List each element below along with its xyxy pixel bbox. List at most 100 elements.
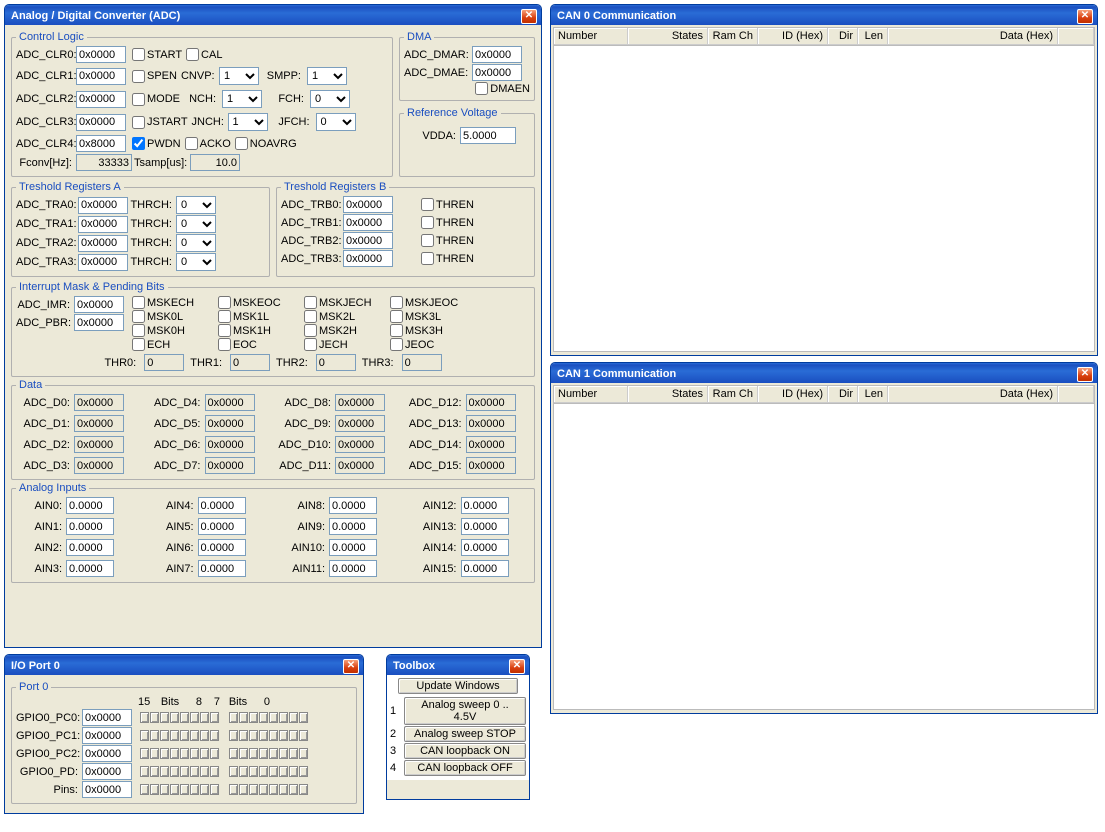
mode-checkbox[interactable]: MODE — [132, 93, 180, 106]
msk-checkbox[interactable]: ECH — [132, 338, 212, 351]
io-field[interactable] — [82, 763, 132, 780]
col-header[interactable]: States — [628, 386, 708, 403]
col-header[interactable]: Number — [554, 386, 628, 403]
can0-titlebar[interactable]: CAN 0 Communication ✕ — [551, 5, 1097, 25]
ain-field[interactable] — [461, 518, 509, 535]
col-header[interactable]: Len — [858, 28, 888, 45]
toolbox-button[interactable]: Analog sweep 0 .. 4.5V — [404, 697, 526, 725]
start-checkbox[interactable]: START — [132, 48, 182, 61]
clr-field[interactable] — [76, 46, 126, 63]
acko-checkbox[interactable]: ACKO — [185, 137, 231, 150]
ain-field[interactable] — [329, 539, 377, 556]
bit-array[interactable] — [229, 712, 308, 723]
col-header[interactable]: Data (Hex) — [888, 28, 1058, 45]
ain-field[interactable] — [461, 539, 509, 556]
ain-field[interactable] — [66, 497, 114, 514]
dmar-field[interactable] — [472, 46, 522, 63]
tra-field[interactable] — [78, 235, 128, 252]
toolbox-button[interactable]: Analog sweep STOP — [404, 726, 526, 742]
msk-checkbox[interactable]: MSK3L — [390, 310, 470, 323]
can0-list[interactable] — [553, 46, 1095, 352]
fch-select[interactable]: 0 — [310, 90, 350, 108]
bit-array[interactable] — [140, 748, 219, 759]
bit-array[interactable] — [229, 730, 308, 741]
msk-checkbox[interactable]: MSK1L — [218, 310, 298, 323]
ain-field[interactable] — [329, 518, 377, 535]
io-field[interactable] — [82, 727, 132, 744]
thren-checkbox[interactable]: THREN — [421, 234, 474, 247]
clr-field[interactable] — [76, 135, 126, 152]
msk-checkbox[interactable]: MSK3H — [390, 324, 470, 337]
msk-checkbox[interactable]: JECH — [304, 338, 384, 351]
clr-field[interactable] — [76, 114, 126, 131]
toolbox-titlebar[interactable]: Toolbox ✕ — [387, 655, 529, 675]
msk-checkbox[interactable]: MSK0L — [132, 310, 212, 323]
ain-field[interactable] — [198, 518, 246, 535]
io-field[interactable] — [82, 745, 132, 762]
smpp-select[interactable]: 1 — [307, 67, 347, 85]
msk-checkbox[interactable]: MSK2H — [304, 324, 384, 337]
ain-field[interactable] — [198, 539, 246, 556]
ain-field[interactable] — [66, 560, 114, 577]
close-icon[interactable]: ✕ — [521, 9, 537, 24]
msk-checkbox[interactable]: MSKEOC — [218, 296, 298, 309]
col-header[interactable]: Data (Hex) — [888, 386, 1058, 403]
dmae-field[interactable] — [472, 64, 522, 81]
bit-array[interactable] — [140, 784, 219, 795]
tra-field[interactable] — [78, 216, 128, 233]
col-header[interactable]: Number — [554, 28, 628, 45]
close-icon[interactable]: ✕ — [509, 659, 525, 674]
close-icon[interactable]: ✕ — [1077, 367, 1093, 382]
jnch-select[interactable]: 1 — [228, 113, 268, 131]
col-header[interactable]: Dir — [828, 386, 858, 403]
col-header[interactable]: Ram Ch — [708, 386, 758, 403]
io-titlebar[interactable]: I/O Port 0 ✕ — [5, 655, 363, 675]
ain-field[interactable] — [329, 497, 377, 514]
pbr-field[interactable] — [74, 314, 124, 331]
col-header[interactable]: Dir — [828, 28, 858, 45]
ain-field[interactable] — [66, 518, 114, 535]
thren-checkbox[interactable]: THREN — [421, 252, 474, 265]
col-header[interactable]: ID (Hex) — [758, 386, 828, 403]
noavrg-checkbox[interactable]: NOAVRG — [235, 137, 297, 150]
col-header[interactable]: States — [628, 28, 708, 45]
ain-field[interactable] — [461, 497, 509, 514]
pwdn-checkbox[interactable]: PWDN — [132, 137, 181, 150]
clr-field[interactable] — [76, 68, 126, 85]
tra-field[interactable] — [78, 254, 128, 271]
msk-checkbox[interactable]: MSKECH — [132, 296, 212, 309]
ain-field[interactable] — [461, 560, 509, 577]
ain-field[interactable] — [66, 539, 114, 556]
col-header[interactable] — [1058, 28, 1094, 45]
bit-array[interactable] — [229, 748, 308, 759]
tra-field[interactable] — [78, 197, 128, 214]
thrch-select[interactable]: 0 — [176, 196, 216, 214]
clr-field[interactable] — [76, 91, 126, 108]
bit-array[interactable] — [140, 712, 219, 723]
adc-titlebar[interactable]: Analog / Digital Converter (ADC) ✕ — [5, 5, 541, 25]
toolbox-button[interactable]: CAN loopback ON — [404, 743, 526, 759]
col-header[interactable] — [1058, 386, 1094, 403]
dmaen-checkbox[interactable]: DMAEN — [475, 82, 530, 95]
imr-field[interactable] — [74, 296, 124, 313]
col-header[interactable]: Len — [858, 386, 888, 403]
jstart-checkbox[interactable]: JSTART — [132, 116, 188, 129]
msk-checkbox[interactable]: MSK2L — [304, 310, 384, 323]
msk-checkbox[interactable]: MSKJEOC — [390, 296, 470, 309]
nch-select[interactable]: 1 — [222, 90, 262, 108]
trb-field[interactable] — [343, 196, 393, 213]
col-header[interactable]: Ram Ch — [708, 28, 758, 45]
thrch-select[interactable]: 0 — [176, 253, 216, 271]
thrch-select[interactable]: 0 — [176, 215, 216, 233]
trb-field[interactable] — [343, 214, 393, 231]
io-field[interactable] — [82, 781, 132, 798]
trb-field[interactable] — [343, 250, 393, 267]
bit-array[interactable] — [140, 730, 219, 741]
ain-field[interactable] — [198, 497, 246, 514]
ain-field[interactable] — [198, 560, 246, 577]
msk-checkbox[interactable]: EOC — [218, 338, 298, 351]
msk-checkbox[interactable]: MSK0H — [132, 324, 212, 337]
thren-checkbox[interactable]: THREN — [421, 216, 474, 229]
update-windows-button[interactable]: Update Windows — [398, 678, 518, 694]
msk-checkbox[interactable]: JEOC — [390, 338, 470, 351]
